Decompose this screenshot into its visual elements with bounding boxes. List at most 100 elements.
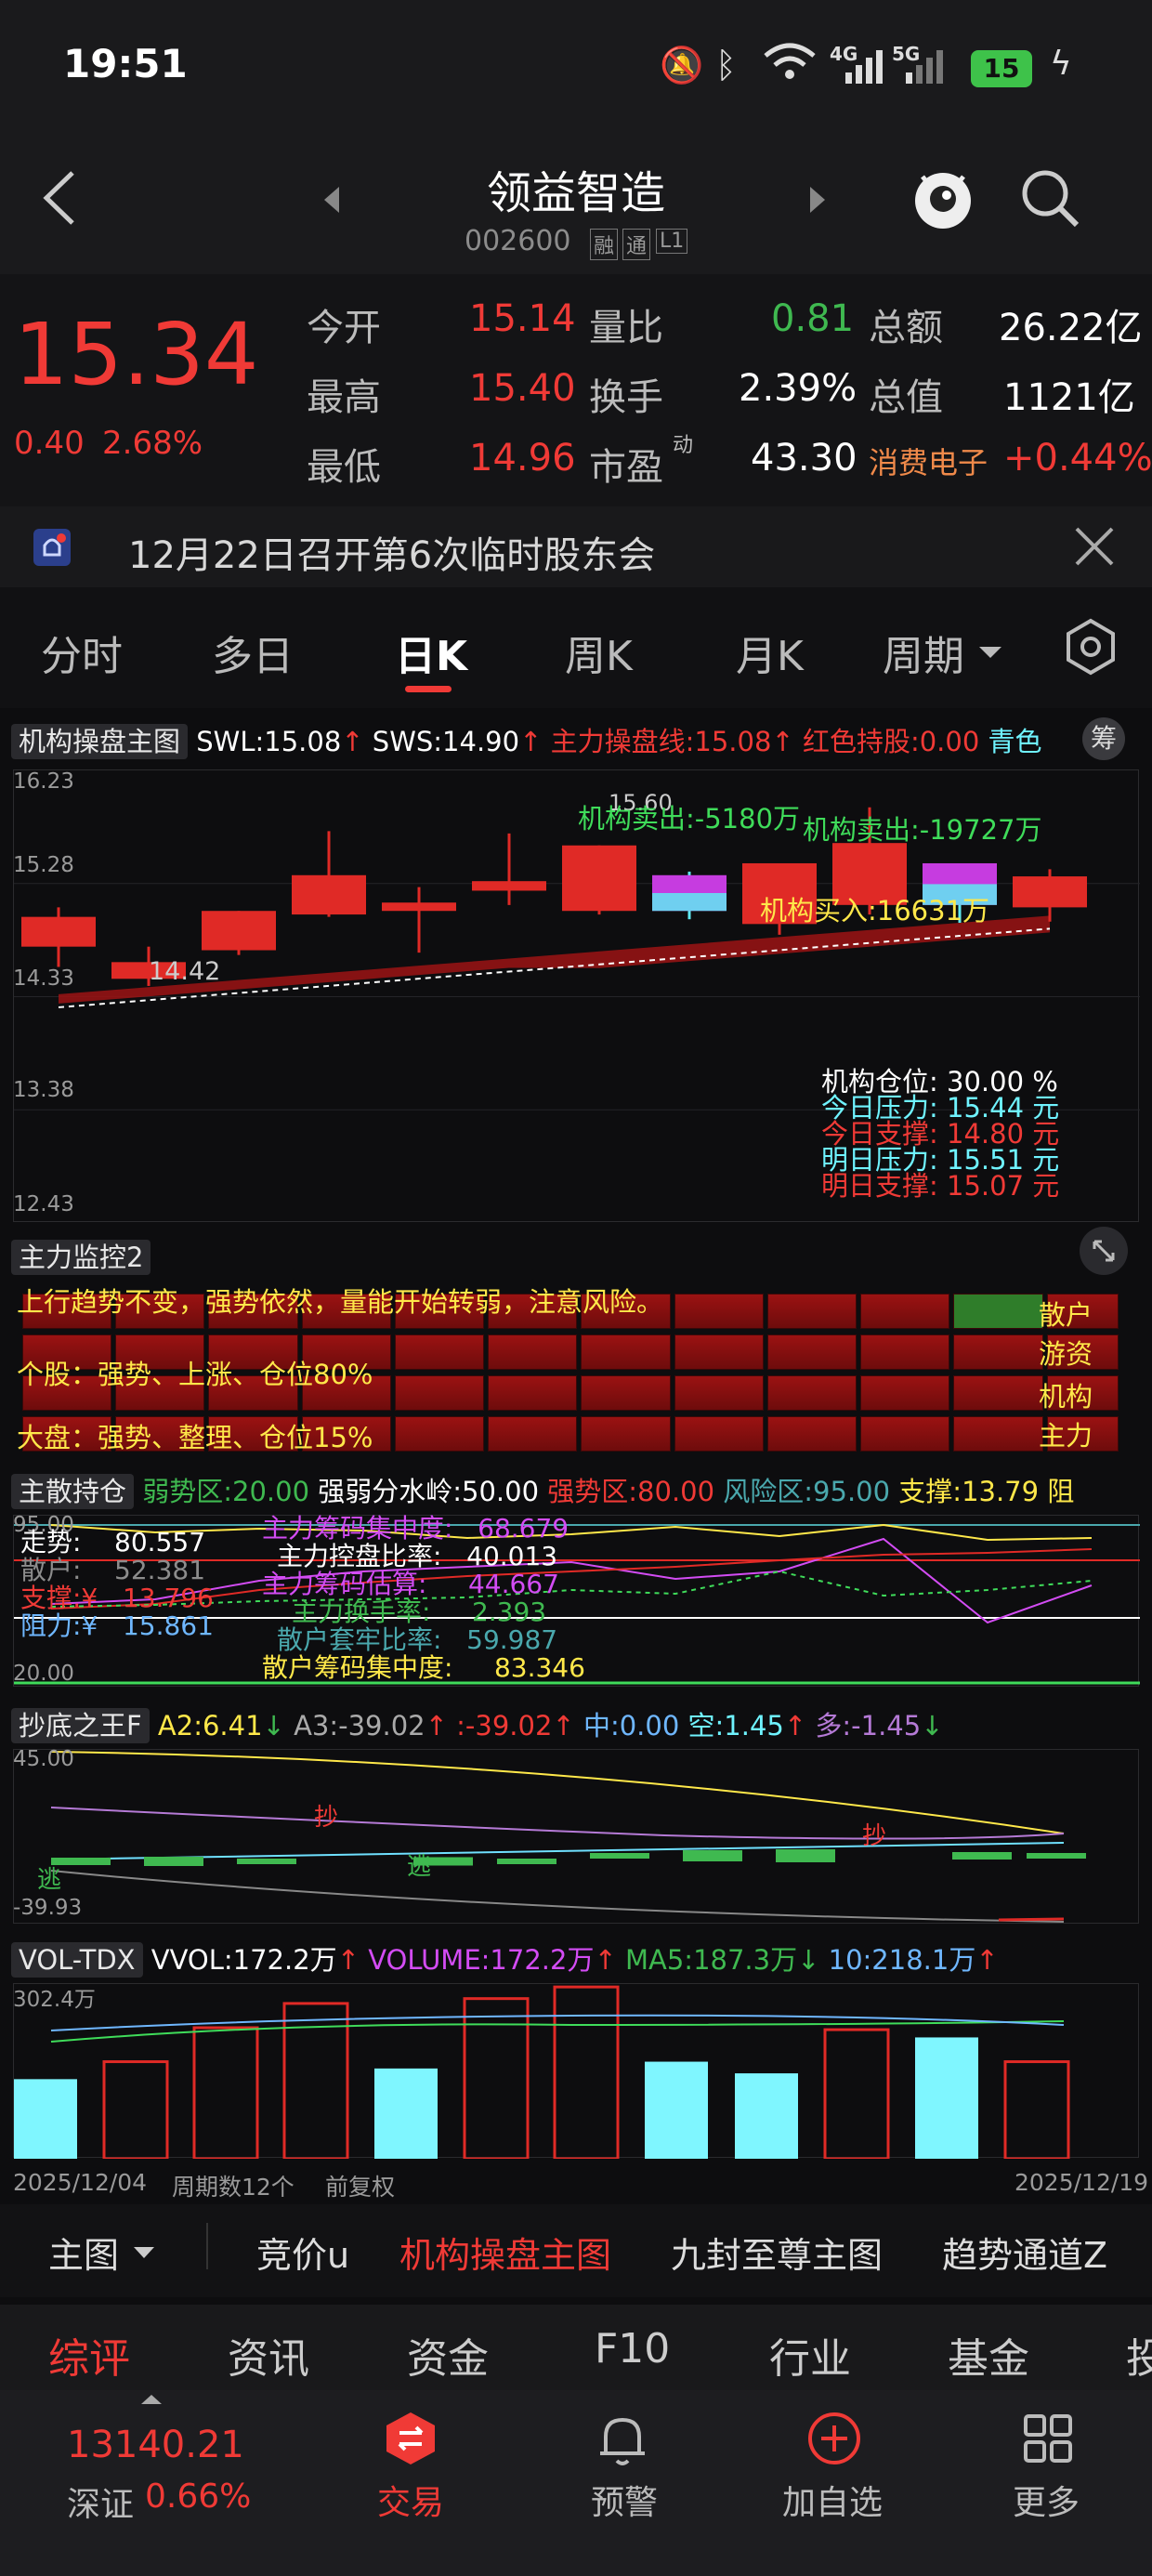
high-label: 最高 bbox=[307, 376, 381, 419]
volume-bar bbox=[102, 2060, 169, 2161]
next-stock-icon[interactable] bbox=[806, 181, 829, 218]
adjust-mode[interactable]: 前复权 bbox=[325, 2169, 395, 2202]
dock-trade[interactable]: 交易 bbox=[377, 2476, 444, 2524]
market-status: 大盘：强势、整理、仓位15% bbox=[17, 1422, 373, 1453]
tab-fund[interactable]: 基金 bbox=[948, 2325, 1029, 2385]
signal-icon-2 bbox=[897, 46, 947, 87]
settings-hex-icon[interactable] bbox=[1061, 617, 1120, 677]
prev-stock-icon[interactable] bbox=[321, 181, 343, 218]
open-label: 今开 bbox=[307, 307, 381, 349]
grid-more-icon[interactable] bbox=[1020, 2411, 1076, 2466]
bottom-indicator-chart[interactable] bbox=[13, 1749, 1139, 1924]
chip-concentration: 主力筹码集中度: 68.679 bbox=[262, 1513, 569, 1544]
tab-industry[interactable]: 行业 bbox=[769, 2325, 851, 2385]
signal-bar bbox=[1027, 1853, 1086, 1859]
vol-ratio-value: 0.81 bbox=[771, 297, 855, 340]
tab-f10[interactable]: F10 bbox=[595, 2325, 670, 2372]
volume-bar bbox=[553, 1985, 620, 2161]
monitor-indicator-selector[interactable]: 主力监控2 bbox=[11, 1240, 151, 1275]
y-tick: 302.4万 bbox=[13, 1988, 96, 2012]
tab-trend-channel[interactable]: 趋势通道Z bbox=[942, 2227, 1107, 2278]
trend-summary: 上行趋势不变，强势依然，量能开始转弱，注意风险。 bbox=[17, 1286, 664, 1318]
buy-signal-label: 抄 bbox=[314, 1804, 339, 1832]
hold-value: 红色持股:0.00 bbox=[802, 726, 980, 757]
tab-more-cut[interactable]: 投 bbox=[1126, 2325, 1152, 2385]
chips-indicator-selector[interactable]: 主散持仓 bbox=[11, 1474, 135, 1509]
alert-bell-icon[interactable] bbox=[595, 2409, 650, 2468]
pe-value: 43.30 bbox=[751, 437, 857, 480]
search-icon[interactable] bbox=[1017, 165, 1082, 230]
main-chart-dropdown[interactable]: 主图 bbox=[48, 2227, 119, 2278]
pe-label: 市盈 bbox=[589, 446, 663, 489]
chevron-down-icon bbox=[977, 643, 1003, 662]
price-change: 0.40 bbox=[14, 425, 85, 462]
tab-intraday[interactable]: 分时 bbox=[41, 623, 123, 682]
dock-more[interactable]: 更多 bbox=[1013, 2476, 1080, 2524]
legend-hot-money: 游资 bbox=[1039, 1338, 1093, 1370]
ma5-value: MA5:187.3万 bbox=[624, 1944, 798, 1976]
tab-overview[interactable]: 综评 bbox=[48, 2325, 130, 2385]
main-turnover: 主力换手率: 2.393 bbox=[292, 1597, 547, 1627]
index-value[interactable]: 13140.21 bbox=[67, 2424, 244, 2466]
volume-bar bbox=[14, 2079, 77, 2159]
chips-resist: 阻力:¥ 15.861 bbox=[20, 1610, 214, 1641]
mid-zone: 强弱分水岭:50.00 bbox=[318, 1476, 540, 1507]
resist-label: 阻 bbox=[1047, 1476, 1075, 1507]
institution-buy-annotation: 机构买入:16631万 bbox=[760, 895, 990, 927]
support-value: 支撑:13.79 bbox=[898, 1476, 1040, 1507]
add-watchlist-icon[interactable] bbox=[806, 2411, 862, 2466]
tab-monthly-k[interactable]: 月K bbox=[736, 623, 804, 682]
tab-funds-flow[interactable]: 资金 bbox=[407, 2325, 489, 2385]
pe-sup-label: 动 bbox=[673, 434, 694, 457]
caret-up-icon[interactable] bbox=[139, 2392, 164, 2405]
dock-add-watch[interactable]: 加自选 bbox=[782, 2476, 883, 2524]
c-value: :-39.02 bbox=[456, 1710, 553, 1741]
chip-estimate: 主力筹码估算: 44.667 bbox=[262, 1569, 559, 1599]
stock-status: 个股：强势、上涨、仓位80% bbox=[17, 1359, 373, 1390]
tab-news[interactable]: 资讯 bbox=[228, 2325, 309, 2385]
tab-period[interactable]: 周期 bbox=[883, 623, 964, 682]
mascot-icon[interactable] bbox=[906, 160, 980, 234]
tab-nine-seal[interactable]: 九封至尊主图 bbox=[671, 2227, 883, 2278]
base-line bbox=[50, 1870, 1065, 1923]
chips-left-values: 走势: 80.557 散户: 52.381 支撑:¥ 13.796 阻力:¥ 1… bbox=[20, 1529, 214, 1640]
chips-trend: 走势: 80.557 bbox=[20, 1527, 206, 1557]
tab-multi-day[interactable]: 多日 bbox=[212, 623, 294, 682]
signal-bar bbox=[776, 1849, 835, 1862]
dock-alert[interactable]: 预警 bbox=[591, 2476, 658, 2524]
charging-icon: ϟ bbox=[1050, 45, 1072, 83]
notice-banner[interactable]: 12月22日召开第6次临时股东会 bbox=[0, 506, 1152, 587]
chips-support: 支撑:¥ 13.796 bbox=[20, 1583, 214, 1613]
back-button[interactable] bbox=[37, 165, 84, 230]
escape-signal-label: 逃 bbox=[37, 1866, 62, 1894]
main-indicator-selector[interactable]: 机构操盘主图 bbox=[11, 724, 189, 759]
active-tab-indicator bbox=[405, 686, 452, 692]
sector-label[interactable]: 消费电子 bbox=[869, 440, 988, 482]
wifi-icon bbox=[762, 41, 818, 82]
badge-level: L1 bbox=[656, 229, 688, 254]
retail-concentration: 散户筹码集中度: 83.346 bbox=[262, 1652, 585, 1683]
tab-weekly-k[interactable]: 周K bbox=[565, 623, 633, 682]
volume-bar bbox=[645, 2061, 708, 2159]
signal-bar bbox=[590, 1853, 649, 1859]
expand-icon[interactable] bbox=[1080, 1227, 1128, 1275]
volume-indicator-selector[interactable]: VOL-TDX bbox=[11, 1942, 143, 1978]
escape-signal-label-2: 逃 bbox=[407, 1853, 432, 1881]
tab-daily-k[interactable]: 日K bbox=[395, 623, 467, 682]
y-tick: 12.43 bbox=[13, 1192, 74, 1216]
risk-zone: 风险区:95.00 bbox=[723, 1476, 891, 1507]
period-count: 周期数12个 bbox=[172, 2174, 295, 2201]
bottom-indicator-selector[interactable]: 抄底之王F bbox=[11, 1708, 150, 1743]
candle-body bbox=[1013, 876, 1087, 908]
signal-bar bbox=[952, 1852, 1012, 1860]
chip-button[interactable]: 筹 bbox=[1082, 717, 1125, 760]
main-chart-header: 机构操盘主图 SWL:15.08↑ SWS:14.90↑ 主力操盘线:15.08… bbox=[11, 720, 1042, 759]
close-icon[interactable] bbox=[1073, 525, 1116, 568]
tab-institution-main[interactable]: 机构操盘主图 bbox=[399, 2227, 611, 2278]
volume-chart[interactable] bbox=[13, 1983, 1139, 2161]
trade-icon[interactable] bbox=[383, 2411, 439, 2466]
tab-auction[interactable]: 竞价u bbox=[256, 2227, 349, 2278]
institution-sell-annotation: 机构卖出:-5180万 bbox=[578, 803, 801, 835]
y-tick: 16.23 bbox=[13, 769, 74, 794]
y-tick: 13.38 bbox=[13, 1078, 74, 1102]
